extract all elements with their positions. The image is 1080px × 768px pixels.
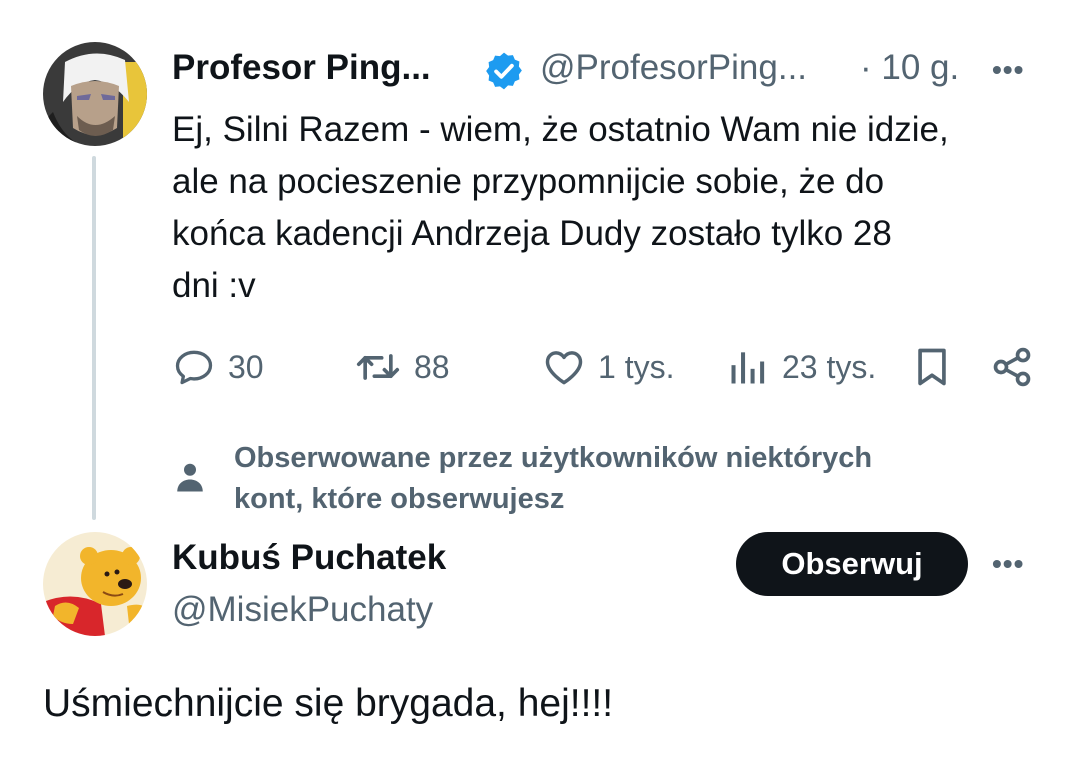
views-button[interactable]: 23 tys. (726, 344, 876, 390)
avatar-profesor[interactable] (43, 42, 147, 146)
author-name[interactable]: Profesor Ping... (172, 48, 431, 88)
more-options-button[interactable]: ••• (992, 54, 1024, 86)
like-button[interactable]: 1 tys. (542, 344, 674, 390)
reply-tweet-text: Uśmiechnijcie się brygada, hej!!!! (43, 682, 614, 725)
tweet-time[interactable]: · 10 g. (860, 48, 959, 88)
reply-icon (175, 350, 213, 385)
avatar-kubus[interactable] (43, 532, 147, 636)
reply-button[interactable]: 30 (172, 344, 264, 390)
heart-icon (545, 351, 583, 385)
author-handle[interactable]: @ProfesorPing... (540, 48, 807, 88)
views-chart-icon (731, 352, 765, 384)
reply-more-options-button[interactable]: ••• (992, 548, 1024, 580)
tweet-text: Ej, Silni Razem - wiem, że ostatnio Wam … (172, 110, 949, 305)
views-count: 23 tys. (782, 348, 877, 385)
followed-by-note: Obserwowane przez użytkowników niektóryc… (234, 442, 873, 515)
person-icon (172, 460, 208, 496)
reply-count: 30 (228, 348, 264, 385)
retweet-icon (356, 354, 400, 380)
retweet-count: 88 (414, 348, 450, 385)
bookmark-button[interactable] (910, 344, 954, 390)
like-count: 1 tys. (598, 348, 675, 385)
share-button[interactable] (990, 344, 1034, 390)
thread-line (92, 156, 96, 520)
verified-badge-icon (483, 50, 525, 92)
retweet-button[interactable]: 88 (354, 344, 450, 390)
bookmark-icon (918, 348, 946, 386)
reply-author-handle[interactable]: @MisiekPuchaty (172, 590, 433, 630)
share-icon (993, 347, 1031, 387)
follow-button[interactable]: Obserwuj (736, 532, 968, 596)
reply-author-name[interactable]: Kubuś Puchatek (172, 538, 446, 578)
